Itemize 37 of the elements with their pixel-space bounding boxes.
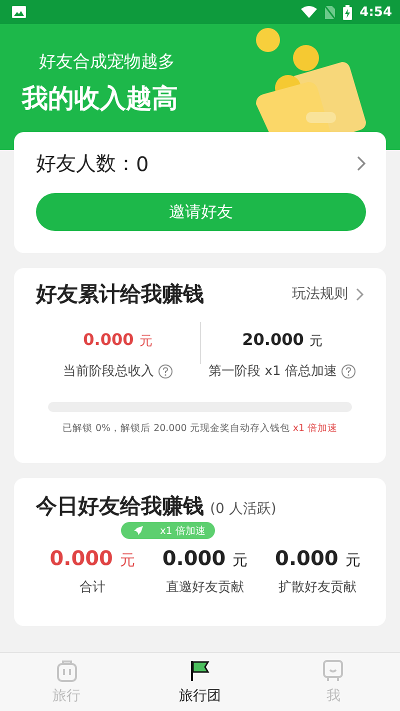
active-count: (0 人活跃)	[210, 500, 276, 518]
stat-label: 当前阶段总收入	[62, 363, 154, 380]
unlock-note: 已解锁 0%，解锁后 20.000 元现金奖自动存入钱包 x1 倍加速	[61, 422, 339, 435]
amount: 20.000 元	[242, 329, 322, 350]
nav-tab[interactable]: 我	[266, 653, 400, 711]
nav-tab[interactable]: 旅行	[0, 653, 134, 711]
luggage-icon	[56, 660, 77, 682]
image-icon	[12, 6, 26, 18]
nav-tab[interactable]: 旅行团	[133, 653, 267, 711]
amount: 0.000 元	[50, 546, 135, 570]
rocket-icon	[133, 525, 144, 536]
robot-icon	[323, 660, 344, 682]
card-title: 今日好友给我赚钱	[36, 493, 204, 520]
friend-count: 0	[136, 152, 149, 176]
status-time: 4:54	[360, 4, 392, 20]
invite-friends-button[interactable]: 邀请好友	[36, 193, 366, 231]
help-icon[interactable]	[158, 364, 173, 378]
amount: 0.000 元	[275, 546, 360, 570]
stat-label: 第一阶段 x1 倍总加速	[208, 363, 337, 380]
chevron-right-icon[interactable]	[356, 288, 364, 300]
header-title: 我的收入越高	[22, 83, 179, 116]
rules-link[interactable]: 玩法规则	[292, 285, 348, 303]
no-sim-icon	[324, 6, 335, 18]
chevron-right-icon[interactable]	[357, 156, 366, 171]
battery-icon	[342, 4, 352, 20]
badge-text: x1 倍加速	[160, 524, 206, 538]
stat-label: 直邀好友贡献	[166, 579, 244, 596]
header-subtitle: 好友合成宠物越多	[38, 51, 176, 73]
card-title: 好友累计给我赚钱	[36, 281, 205, 308]
stat-label: 合计	[79, 579, 106, 596]
help-icon[interactable]	[340, 364, 356, 378]
amount: 0.000 元	[162, 546, 248, 570]
amount: 0.000 元	[83, 329, 152, 350]
flag-icon	[190, 660, 210, 682]
wifi-icon	[300, 6, 317, 18]
stat-label: 扩散好友贡献	[278, 579, 357, 596]
friend-count-label: 好友人数：	[36, 150, 136, 177]
